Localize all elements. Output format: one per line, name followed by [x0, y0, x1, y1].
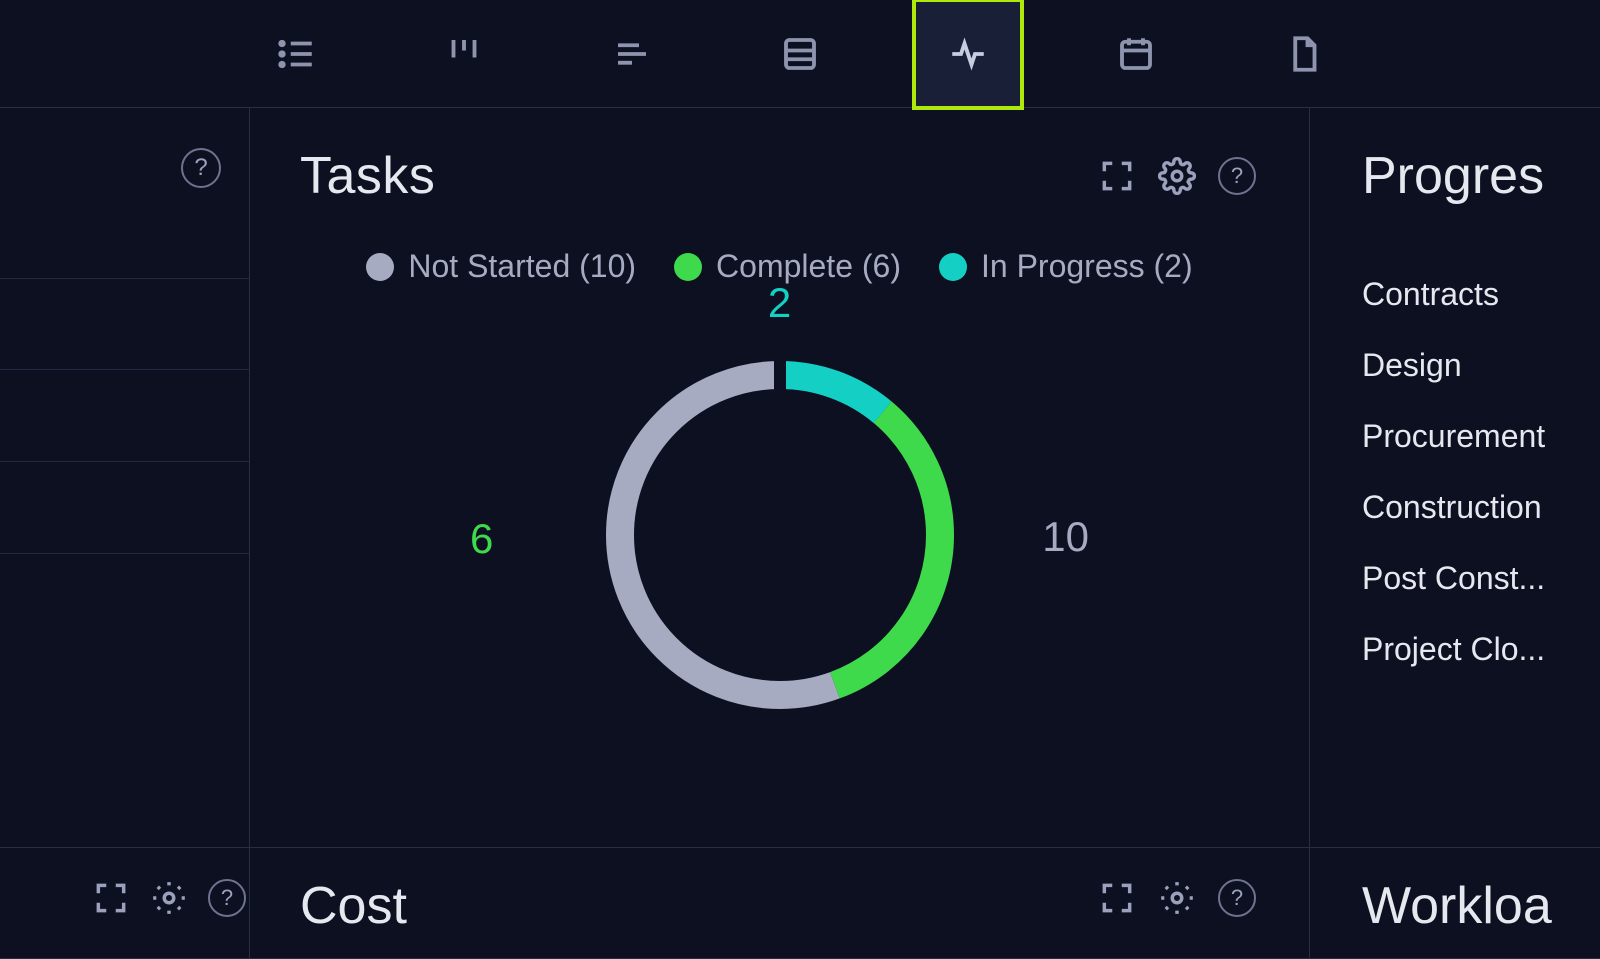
legend-label: Not Started (10) — [408, 248, 636, 285]
label-not-started: 10 — [1042, 513, 1089, 561]
help-button[interactable]: ? — [181, 148, 221, 188]
view-toolbar — [0, 0, 1600, 108]
legend-not-started[interactable]: Not Started (10) — [366, 248, 636, 285]
gear-icon — [150, 879, 188, 917]
sidebar-row[interactable] — [0, 278, 249, 370]
progress-item-project-close[interactable]: Project Clo... — [1362, 631, 1600, 668]
tab-document[interactable] — [1250, 0, 1358, 108]
left-sidebar: ? — [0, 108, 250, 848]
legend-label: Complete (6) — [716, 248, 901, 285]
swatch-icon — [366, 253, 394, 281]
tab-list[interactable] — [242, 0, 350, 108]
expand-icon — [92, 879, 130, 917]
progress-panel: Progres Contracts Design Procurement Con… — [1310, 108, 1600, 848]
help-icon: ? — [208, 879, 246, 917]
progress-item-post-construction[interactable]: Post Const... — [1362, 560, 1600, 597]
tasks-donut-chart: 2 6 10 — [300, 295, 1259, 775]
tab-table[interactable] — [746, 0, 854, 108]
bottom-left-cell: ? — [0, 848, 250, 959]
label-in-progress: 2 — [768, 279, 791, 327]
tasks-title: Tasks — [300, 146, 435, 206]
workload-title: Workloa — [1362, 876, 1600, 936]
settings-button[interactable] — [1155, 876, 1199, 920]
cost-panel: Cost ? — [250, 848, 1310, 959]
help-icon: ? — [181, 148, 221, 188]
expand-button[interactable] — [1095, 154, 1139, 198]
swatch-icon — [674, 253, 702, 281]
tab-dashboard[interactable] — [914, 0, 1022, 108]
legend-in-progress[interactable]: In Progress (2) — [939, 248, 1193, 285]
expand-icon — [1098, 157, 1136, 195]
cost-title: Cost — [300, 876, 407, 936]
progress-title: Progres — [1362, 146, 1600, 206]
gear-icon — [1158, 157, 1196, 195]
progress-item-contracts[interactable]: Contracts — [1362, 276, 1600, 313]
expand-icon — [1098, 879, 1136, 917]
workload-panel: Workloa — [1310, 848, 1600, 959]
settings-button[interactable] — [147, 876, 191, 920]
progress-item-procurement[interactable]: Procurement — [1362, 418, 1600, 455]
help-button[interactable]: ? — [205, 876, 249, 920]
help-button[interactable]: ? — [1215, 876, 1259, 920]
expand-button[interactable] — [89, 876, 133, 920]
progress-item-construction[interactable]: Construction — [1362, 489, 1600, 526]
sidebar-row[interactable] — [0, 462, 249, 554]
help-icon: ? — [1218, 879, 1256, 917]
label-complete: 6 — [470, 515, 493, 563]
legend-label: In Progress (2) — [981, 248, 1193, 285]
help-button[interactable]: ? — [1215, 154, 1259, 198]
help-icon: ? — [1218, 157, 1256, 195]
settings-button[interactable] — [1155, 154, 1199, 198]
sidebar-row[interactable] — [0, 370, 249, 462]
tab-timeline[interactable] — [578, 0, 686, 108]
tab-board[interactable] — [410, 0, 518, 108]
progress-item-design[interactable]: Design — [1362, 347, 1600, 384]
gear-icon — [1158, 879, 1196, 917]
expand-button[interactable] — [1095, 876, 1139, 920]
tab-calendar[interactable] — [1082, 0, 1190, 108]
tasks-panel: Tasks ? Not Started (10) Complete — [250, 108, 1310, 848]
swatch-icon — [939, 253, 967, 281]
